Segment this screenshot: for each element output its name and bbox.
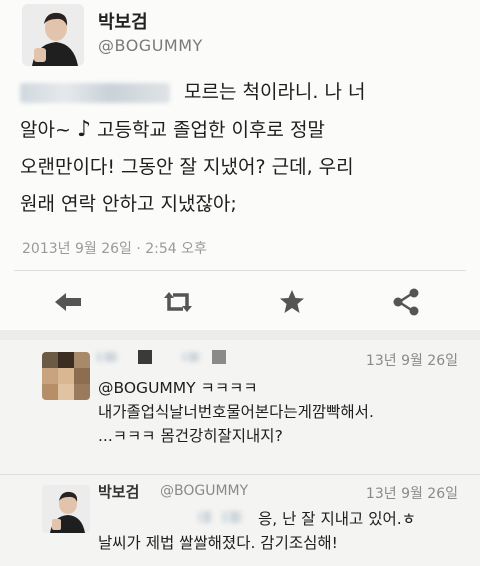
star-icon bbox=[280, 290, 304, 313]
favorite-button[interactable] bbox=[272, 286, 312, 318]
tweet-text-line: 알아~ bbox=[20, 119, 71, 141]
reply-tweet[interactable]: 박보검 @BOGUMMY 13년 9월 26일 응, 난 잘 지내고 있어.ㅎ … bbox=[0, 475, 480, 566]
reply-text: 응, 난 잘 지내고 있어.ㅎ 날씨가 제법 쌀쌀해졌다. 감기조심해! bbox=[98, 507, 458, 555]
reply-display-name[interactable]: 박보검 bbox=[98, 481, 139, 502]
redacted-name-block bbox=[212, 350, 226, 364]
retweet-icon bbox=[164, 292, 192, 312]
reply-date: 13년 9월 26일 bbox=[365, 486, 458, 502]
reply-text-line: 응, 난 잘 지내고 있어.ㅎ bbox=[258, 510, 416, 528]
reply-text-line: @BOGUMMY ㅋㅋㅋㅋ bbox=[98, 379, 258, 397]
tweet-actions bbox=[0, 280, 480, 324]
tweet-text-line: 고등학교 졸업한 이후로 정말 bbox=[90, 119, 325, 141]
reply-arrow-icon bbox=[55, 293, 81, 311]
tweet-text: 모르는 척이라니. 나 너 알아~ ♪ 고등학교 졸업한 이후로 정말 오랜만이… bbox=[20, 74, 460, 223]
user-handle[interactable]: @BOGUMMY bbox=[98, 36, 203, 55]
profile-avatar[interactable] bbox=[22, 4, 84, 66]
tweet-text-line: 모르는 척이라니. 나 너 bbox=[184, 81, 366, 103]
reply-text-line: 날씨가 제법 쌀쌀해졌다. 감기조심해! bbox=[98, 534, 338, 552]
reply-button[interactable] bbox=[48, 286, 88, 318]
display-name[interactable]: 박보검 bbox=[98, 8, 148, 34]
redacted-name-block bbox=[138, 350, 152, 364]
share-button[interactable] bbox=[386, 286, 426, 318]
share-icon bbox=[393, 288, 419, 316]
reply-avatar[interactable] bbox=[42, 485, 90, 533]
reply-tweet[interactable]: 13년 9월 26일 @BOGUMMY ㅋㅋㅋㅋ 내가졸업식날너번호물어본다는게… bbox=[0, 340, 480, 474]
music-note-icon: ♪ bbox=[76, 117, 91, 142]
redacted-name-blur bbox=[96, 352, 118, 362]
reply-text-line: ...ㅋㅋㅋ 몸건강히잘지내지? bbox=[98, 427, 283, 445]
main-tweet: 박보검 @BOGUMMY 모르는 척이라니. 나 너 알아~ ♪ 고등학교 졸업… bbox=[0, 0, 480, 330]
redacted-mention bbox=[20, 82, 170, 103]
reply-user-handle[interactable]: @BOGUMMY bbox=[160, 483, 248, 499]
reply-date: 13년 9월 26일 bbox=[365, 353, 458, 369]
tweet-timestamp[interactable]: 2013년 9월 26일 · 2:54 오후 bbox=[22, 238, 207, 258]
reply-text: @BOGUMMY ㅋㅋㅋㅋ 내가졸업식날너번호물어본다는게깜빡해서. ...ㅋㅋ… bbox=[98, 376, 374, 448]
tweet-text-line: 오랜만이다! 그동안 잘 지냈어? 근데, 우리 bbox=[20, 156, 354, 178]
reply-avatar-pixelated[interactable] bbox=[42, 352, 90, 400]
redacted-name-blur bbox=[182, 352, 200, 362]
retweet-button[interactable] bbox=[158, 286, 198, 318]
section-separator bbox=[0, 330, 480, 340]
reply-text-line: 내가졸업식날너번호물어본다는게깜빡해서. bbox=[98, 403, 374, 421]
tweet-text-line: 원래 연락 안하고 지냈잖아; bbox=[20, 193, 237, 215]
divider bbox=[14, 270, 466, 271]
